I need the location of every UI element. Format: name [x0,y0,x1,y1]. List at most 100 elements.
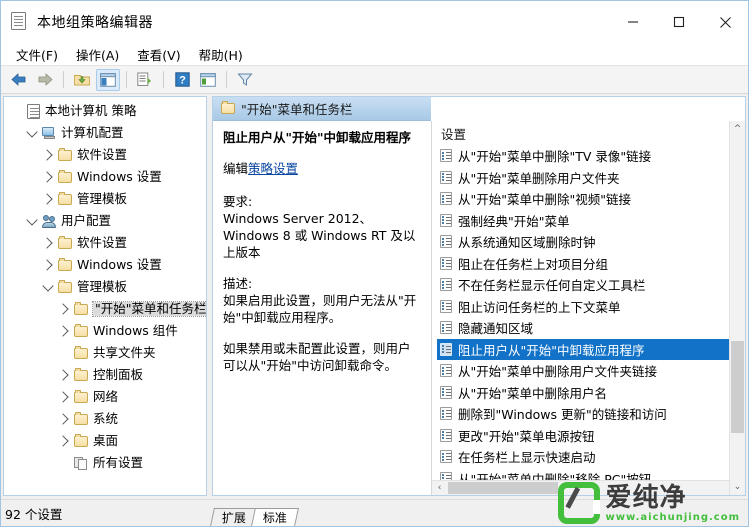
svg-text:?: ? [179,75,186,87]
chevron-right-icon[interactable] [56,391,72,403]
tab-standard[interactable]: 标准 [251,508,299,526]
back-button[interactable] [7,69,31,91]
tree-node[interactable]: 计算机配置 [4,122,206,144]
chevron-right-icon[interactable] [40,237,56,249]
chevron-right-icon[interactable] [56,369,72,381]
edit-policy-setting-link[interactable]: 策略设置 [248,161,298,176]
folder-icon [221,101,235,114]
tree-node[interactable]: 所有设置 [4,452,206,474]
settings-list-item[interactable]: 阻止用户从"开始"中卸载应用程序 [437,338,745,360]
settings-list-item[interactable]: 从"开始"菜单中删除用户文件夹链接 [437,360,745,382]
settings-list-item[interactable]: 不在任务栏显示任何自定义工具栏 [437,274,745,296]
console-tree-pane: 本地计算机 策略 计算机配置 软件设置 Windows 设置 管理模板 用户配置 软件设置 W… [3,96,207,496]
menu-view[interactable]: 查看(V) [128,43,189,66]
settings-list-header: 设置 [441,126,467,142]
settings-list-item[interactable]: 从"开始"菜单中删除"移除 PC"按钮 [437,468,745,480]
folder-icon [72,389,90,403]
description-paragraph-1: 如果启用此设置，则用户无法从"开始"中卸载应用程序。 [223,293,417,325]
chevron-right-icon[interactable] [40,171,56,183]
chevron-down-icon[interactable] [24,125,40,138]
folder-icon [72,345,90,359]
forward-button[interactable] [33,69,57,91]
settings-list-item-label: 更改"开始"菜单电源按钮 [458,428,595,444]
tree-node[interactable]: 管理模板 [4,276,206,298]
toolbar: ? [1,65,748,94]
window-controls [610,1,748,43]
policy-detail-pane: 阻止用户从"开始"中卸载应用程序 编辑策略设置 要求: Windows Serv… [213,121,431,495]
settings-list-item[interactable]: 阻止访问任务栏的上下文菜单 [437,296,745,318]
settings-list-item-label: 隐藏通知区域 [458,321,534,337]
horizontal-scrollbar[interactable]: ‹ [432,480,745,495]
menu-help[interactable]: 帮助(H) [190,43,252,66]
tree-node[interactable]: 用户配置 [4,210,206,232]
tree-node[interactable]: 桌面 [4,430,206,452]
tree-node[interactable]: 管理模板 [4,188,206,210]
policy-edit-line: 编辑策略设置 [223,160,421,177]
policy-setting-icon [440,471,452,480]
show-hide-tree-button[interactable] [96,68,120,91]
tree-node[interactable]: Windows 设置 [4,166,206,188]
tab-extended-label: 扩展 [221,511,246,525]
horizontal-scroll-thumb[interactable] [448,482,558,494]
policy-setting-icon [440,256,452,270]
close-button[interactable] [702,1,748,43]
tree-node[interactable]: 本地计算机 策略 [4,100,206,122]
description-paragraph-2: 如果禁用或未配置此设置，则用户可以从"开始"中访问卸载命令。 [223,341,411,373]
settings-list-item[interactable]: 从系统通知区域删除时钟 [437,231,745,253]
settings-list-item[interactable]: 在任务栏上显示快速启动 [437,446,745,468]
group-policy-editor-window: 本地组策略编辑器 文件(F) 操作(A) 查看(V) 帮助(H) ? 本地计算机… [0,0,749,527]
tree-node[interactable]: 共享文件夹 [4,342,206,364]
minimize-button[interactable] [610,1,656,43]
up-folder-button[interactable] [70,69,94,91]
settings-list-item[interactable]: 从"开始"菜单中删除"视频"链接 [437,188,745,210]
policy-setting-icon [440,428,452,442]
settings-list-item-label: 阻止在任务栏上对项目分组 [458,256,609,272]
vertical-scroll-thumb[interactable] [731,341,744,433]
tree-node[interactable]: 控制面板 [4,364,206,386]
help-button[interactable]: ? [170,69,194,91]
tree-node[interactable]: Windows 组件 [4,320,206,342]
settings-list-item[interactable]: 强制经典"开始"菜单 [437,210,745,232]
chevron-down-icon[interactable] [24,213,40,226]
settings-list-item[interactable]: 更改"开始"菜单电源按钮 [437,425,745,447]
all-settings-icon [72,456,90,470]
chevron-down-icon[interactable]: ⌄ [730,479,745,495]
settings-list-item[interactable]: 阻止在任务栏上对项目分组 [437,253,745,275]
settings-list-item[interactable]: 删除到"Windows 更新"的链接和访问 [437,403,745,425]
tree-node[interactable]: 网络 [4,386,206,408]
vertical-scrollbar[interactable]: ^ ⌄ [729,121,745,495]
menu-action[interactable]: 操作(A) [67,43,128,66]
chevron-right-icon[interactable] [56,413,72,425]
chevron-up-icon[interactable]: ^ [730,121,745,137]
folder-icon [72,301,90,315]
chevron-right-icon[interactable] [40,259,56,271]
folder-icon [72,323,90,337]
users-icon [40,214,58,228]
policy-edit-prefix: 编辑 [223,161,249,176]
tree-node[interactable]: 软件设置 [4,232,206,254]
settings-list-item-label: 从"开始"菜单删除用户文件夹 [458,170,620,186]
chevron-right-icon[interactable] [56,435,72,447]
settings-list-item[interactable]: 从"开始"菜单中删除用户名 [437,382,745,404]
settings-list-item[interactable]: 从"开始"菜单删除用户文件夹 [437,167,745,189]
chevron-down-icon[interactable] [40,279,56,292]
settings-list-item[interactable]: 从"开始"菜单中删除"TV 录像"链接 [437,145,745,167]
filter-button[interactable] [233,69,257,91]
chevron-right-icon[interactable] [40,193,56,205]
chevron-left-icon[interactable]: ‹ [432,481,447,495]
menu-file[interactable]: 文件(F) [7,43,67,66]
chevron-right-icon[interactable] [56,303,72,315]
tree-node[interactable]: Windows 设置 [4,254,206,276]
maximize-button[interactable] [656,1,702,43]
settings-list-item-label: 在任务栏上显示快速启动 [458,450,596,466]
show-details-button[interactable] [196,69,220,91]
tree-node[interactable]: 软件设置 [4,144,206,166]
policy-setting-icon [440,450,452,464]
settings-list-item[interactable]: 隐藏通知区域 [437,317,745,339]
tree-node[interactable]: "开始"菜单和任务栏 [4,298,206,320]
chevron-right-icon[interactable] [56,325,72,337]
export-list-button[interactable] [133,69,157,91]
tree-node[interactable]: 系统 [4,408,206,430]
chevron-right-icon[interactable] [40,149,56,161]
settings-list: 从"开始"菜单中删除"TV 录像"链接从"开始"菜单删除用户文件夹从"开始"菜单… [432,145,745,480]
